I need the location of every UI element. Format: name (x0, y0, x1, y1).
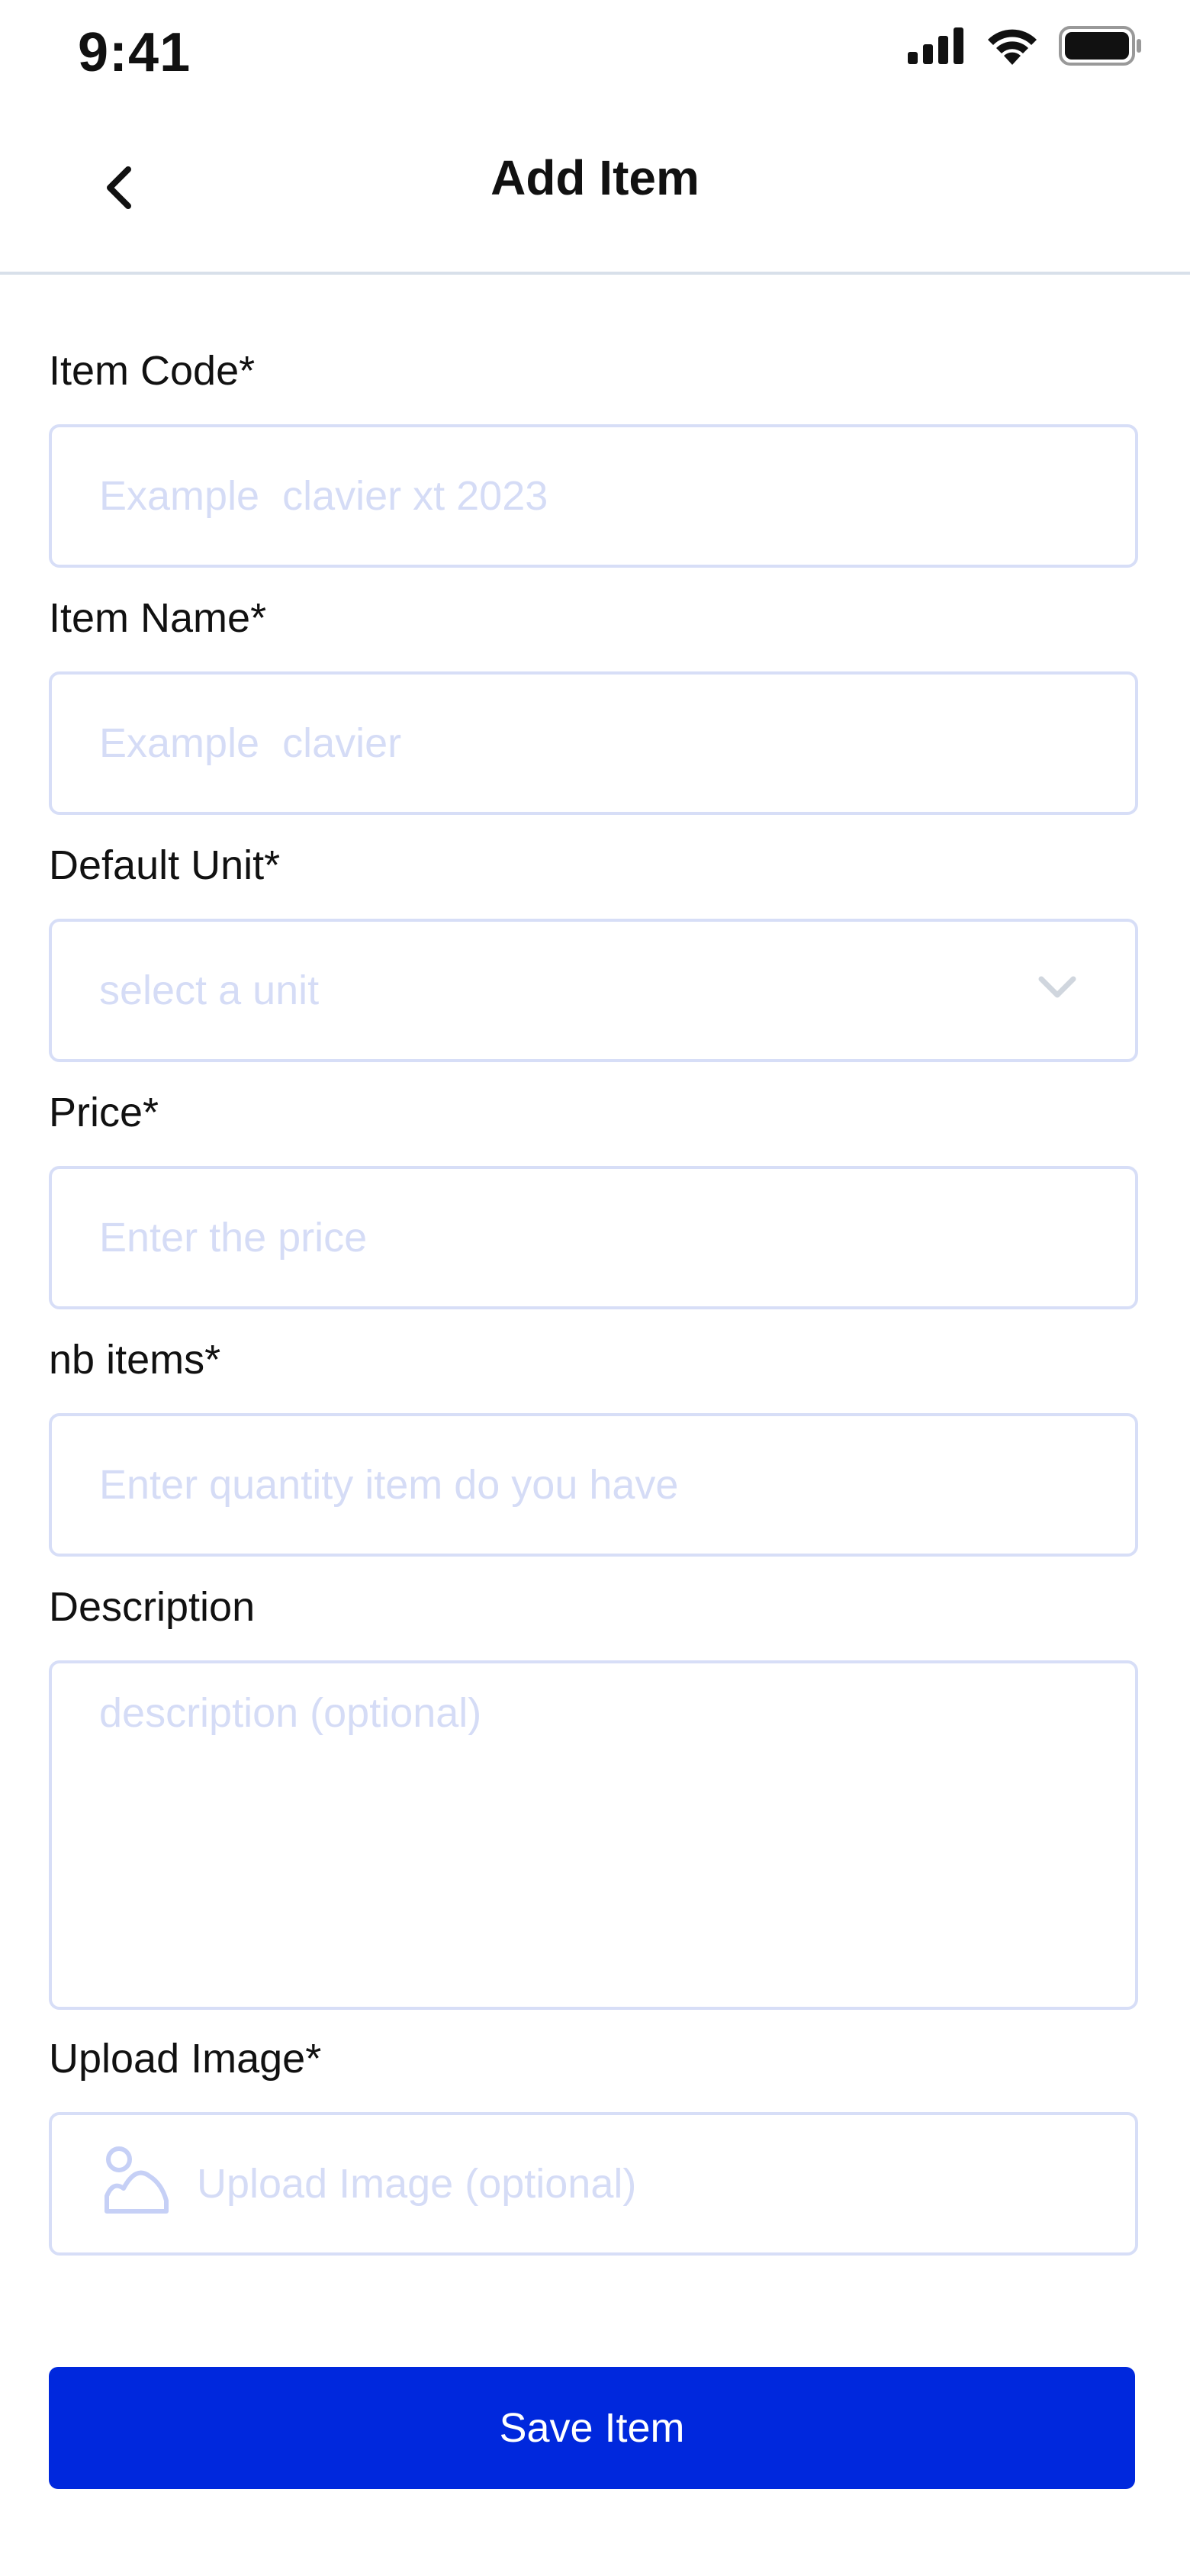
description-field (49, 1660, 1138, 2010)
description-textarea[interactable] (52, 1663, 1135, 2007)
cellular-signal-icon (908, 27, 966, 68)
upload-image-placeholder: Upload Image (optional) (197, 2161, 637, 2207)
item-name-label: Item Name* (49, 595, 267, 641)
save-item-button[interactable]: Save Item (49, 2367, 1135, 2489)
price-label: Price* (49, 1090, 159, 1135)
item-name-field (49, 671, 1138, 815)
default-unit-select[interactable]: select a unit (49, 919, 1138, 1062)
status-bar: 9:41 (0, 0, 1190, 107)
item-code-label: Item Code* (49, 348, 256, 394)
upload-image-label: Upload Image* (49, 2036, 322, 2082)
page-title: Add Item (490, 150, 700, 205)
image-icon (102, 2146, 171, 2220)
header: Add Item (0, 114, 1190, 275)
upload-image-field[interactable]: Upload Image (optional) (49, 2112, 1138, 2256)
description-label: Description (49, 1584, 256, 1630)
status-time: 9:41 (78, 22, 191, 83)
price-field (49, 1166, 1138, 1309)
status-icons (908, 26, 1143, 69)
default-unit-placeholder: select a unit (99, 968, 320, 1013)
nb-items-field (49, 1413, 1138, 1557)
price-input[interactable] (52, 1169, 1135, 1306)
nb-items-input[interactable] (52, 1416, 1135, 1554)
item-name-input[interactable] (52, 675, 1135, 812)
item-code-field (49, 424, 1138, 568)
battery-icon (1059, 26, 1143, 69)
wifi-icon (986, 27, 1039, 69)
nb-items-label: nb items* (49, 1337, 221, 1383)
item-code-input[interactable] (52, 427, 1135, 565)
default-unit-label: Default Unit* (49, 842, 281, 888)
chevron-down-icon (1037, 975, 1077, 1003)
